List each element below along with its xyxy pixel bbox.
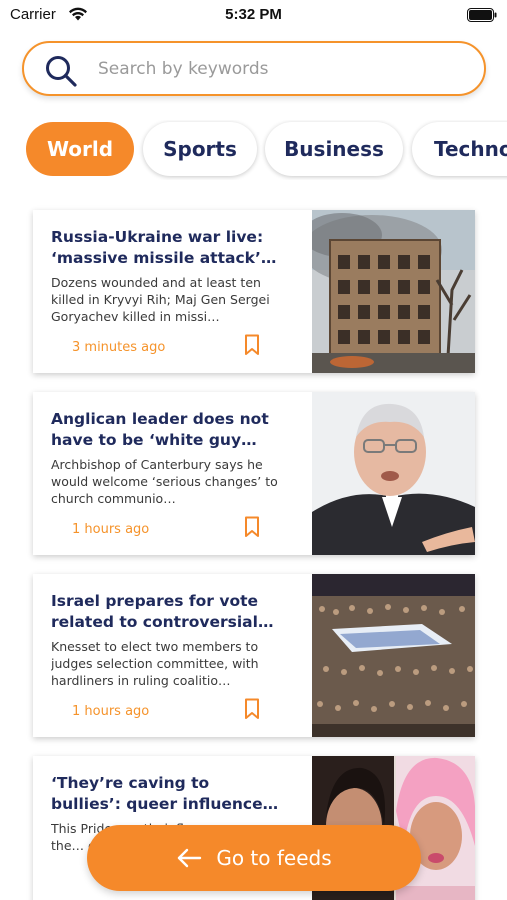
article-thumbnail [312, 392, 475, 555]
article-description: Archbishop of Canterbury says he would w… [51, 457, 278, 506]
go-to-feeds-label: Go to feeds [216, 846, 332, 870]
battery-icon [467, 8, 497, 22]
go-to-feeds-button[interactable]: Go to feeds [87, 825, 421, 891]
category-chip-technology[interactable]: Techno [412, 122, 507, 176]
bookmark-icon[interactable] [244, 334, 260, 356]
category-chip-sports[interactable]: Sports [143, 122, 257, 176]
category-tabs: World Sports Business Techno [0, 120, 507, 180]
article-thumbnail [312, 210, 475, 373]
category-chip-world[interactable]: World [26, 122, 134, 176]
category-chip-business[interactable]: Business [265, 122, 403, 176]
bookmark-icon[interactable] [244, 516, 260, 538]
article-thumbnail [312, 574, 475, 737]
category-chip-label: Techno [434, 137, 507, 161]
article-title: Israel prepares for vote related to cont… [51, 592, 259, 631]
article-time: 1 hours ago [72, 522, 150, 537]
category-chip-label: Sports [163, 137, 237, 161]
article-title: ‘They’re caving to bullies’: queer influ… [51, 774, 280, 813]
category-chip-label: Business [284, 137, 384, 161]
status-bar: Carrier 5:32 PM [0, 0, 507, 32]
search-input[interactable] [98, 55, 458, 83]
article-time: 1 hours ago [72, 704, 150, 719]
article-title: Anglican leader does not have to be ‘whi… [51, 410, 269, 449]
search-icon[interactable] [44, 54, 78, 88]
article-description: Knesset to elect two members to judges s… [51, 639, 259, 688]
arrow-left-icon [178, 848, 202, 868]
category-chip-label: World [46, 137, 114, 161]
article-card[interactable]: Israel prepares for vote related to cont… [33, 574, 475, 737]
bookmark-icon[interactable] [244, 698, 260, 720]
article-description: Dozens wounded and at least ten killed i… [51, 275, 270, 324]
status-time: 5:32 PM [225, 6, 282, 23]
article-time: 3 minutes ago [72, 340, 166, 355]
article-title: Russia-Ukraine war live: ‘massive missil… [51, 228, 264, 267]
search-bar[interactable] [22, 41, 486, 96]
article-card[interactable]: Anglican leader does not have to be ‘whi… [33, 392, 475, 555]
article-card[interactable]: Russia-Ukraine war live: ‘massive missil… [33, 210, 475, 373]
